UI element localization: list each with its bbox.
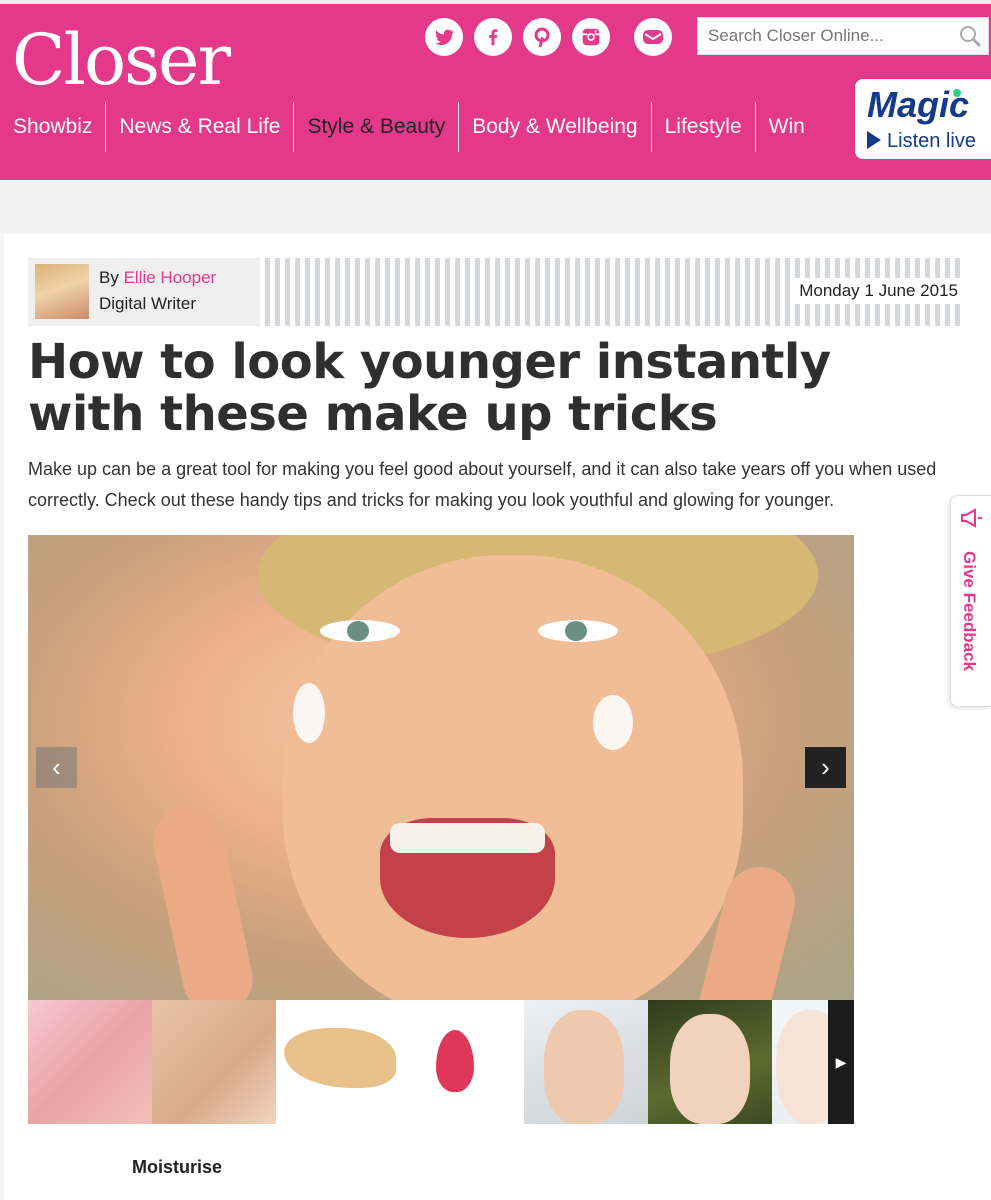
slide-caption: Moisturise: [132, 1157, 223, 1177]
search-box: [697, 17, 989, 55]
author-avatar[interactable]: [35, 264, 89, 319]
magic-radio-widget[interactable]: Magic Listen live: [855, 79, 991, 159]
main-nav: Showbiz News & Real Life Style & Beauty …: [0, 102, 818, 152]
gallery-thumbnails: [28, 1000, 854, 1124]
nav-body-wellbeing[interactable]: Body & Wellbeing: [459, 102, 652, 152]
facebook-icon[interactable]: [474, 18, 512, 56]
gallery-thumbnail[interactable]: [524, 1000, 648, 1124]
article-intro: Make up can be a great tool for making y…: [28, 459, 937, 510]
gallery-thumbnail[interactable]: [276, 1000, 400, 1124]
thumbnails-next-button[interactable]: ▶: [828, 1000, 854, 1124]
feedback-label: Give Feedback: [960, 551, 979, 672]
cream-dab-right: [593, 695, 633, 750]
pinterest-icon[interactable]: [523, 18, 561, 56]
author-link[interactable]: Ellie Hooper: [124, 268, 217, 287]
live-indicator: [953, 89, 961, 97]
sponge-image: [436, 1030, 474, 1092]
author-box: By Ellie Hooper Digital Writer: [28, 258, 260, 326]
play-icon: [867, 131, 881, 149]
author-role: Digital Writer: [99, 294, 196, 313]
nav-news-real-life[interactable]: News & Real Life: [106, 102, 295, 152]
twitter-icon[interactable]: [425, 18, 463, 56]
instagram-icon[interactable]: [572, 18, 610, 56]
ad-band: [0, 180, 991, 234]
site-logo[interactable]: Closer: [12, 20, 231, 100]
thumb-face: [544, 1010, 624, 1124]
gallery-next-button[interactable]: ›: [805, 747, 846, 788]
foundation-swatch: [284, 1028, 396, 1088]
hero-eye-left: [320, 620, 400, 642]
megaphone-icon: [961, 508, 982, 528]
search-input[interactable]: [706, 18, 950, 54]
thumb-face: [670, 1014, 750, 1124]
site-header: Closer Showbiz News & Real Life Style & …: [0, 4, 991, 180]
gallery-thumbnail[interactable]: [152, 1000, 276, 1124]
nav-style-beauty[interactable]: Style & Beauty: [294, 102, 460, 152]
cream-dab-left: [293, 683, 325, 743]
email-icon[interactable]: [634, 18, 672, 56]
article-title: How to look younger instantly with these…: [28, 334, 831, 442]
search-icon[interactable]: [958, 24, 982, 48]
feedback-tab[interactable]: Give Feedback: [950, 495, 991, 707]
author-byline: By Ellie Hooper: [99, 268, 217, 287]
gallery-main-image[interactable]: [28, 535, 854, 1000]
hero-hand-left: [146, 800, 260, 1000]
listen-live-link[interactable]: Listen live: [867, 129, 976, 153]
nav-showbiz[interactable]: Showbiz: [0, 102, 107, 152]
hero-teeth: [390, 823, 545, 853]
nav-lifestyle[interactable]: Lifestyle: [652, 102, 756, 152]
nav-win[interactable]: Win: [756, 102, 818, 152]
gallery-thumbnail[interactable]: [648, 1000, 772, 1124]
gallery-prev-button[interactable]: ‹: [36, 747, 77, 788]
publish-date: Monday 1 June 2015: [794, 278, 963, 304]
gallery-thumbnail[interactable]: [28, 1000, 152, 1124]
gallery-thumbnail[interactable]: [400, 1000, 524, 1124]
hero-eye-right: [538, 620, 618, 642]
